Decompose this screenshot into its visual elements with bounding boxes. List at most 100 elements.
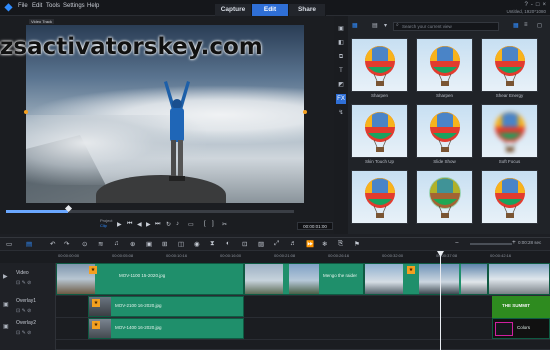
overlay-clip[interactable]: ★ MOV-1400 16-2020.jpg — [88, 318, 244, 339]
undo-icon[interactable]: ↶ — [50, 240, 55, 248]
audio-ducking-icon[interactable]: ♬ — [290, 240, 297, 247]
zoom-slider[interactable] — [470, 243, 512, 245]
library-view-icon[interactable]: ▦ — [352, 22, 358, 29]
maximize-icon[interactable]: □ — [536, 2, 540, 8]
zoom-out-icon[interactable]: − — [455, 240, 459, 247]
timeline-clip[interactable] — [488, 263, 550, 295]
track-controls-overlay1[interactable]: ⊡ ✎ ⊘ — [16, 308, 31, 314]
motion-tracking-icon[interactable]: ⊕ — [130, 240, 135, 248]
home-icon[interactable]: ⏮ — [127, 221, 132, 228]
library-search-input[interactable]: Search your current view — [393, 22, 499, 31]
menu-tools[interactable]: Tools — [46, 3, 60, 9]
instant-project-icon[interactable]: ◧ — [336, 38, 346, 48]
color-clip[interactable]: Colors — [492, 318, 550, 339]
tab-share[interactable]: Share — [289, 4, 326, 16]
freeze-frame-icon[interactable]: ❄ — [322, 240, 327, 248]
auto-music-icon[interactable]: ♫ — [114, 240, 119, 247]
playhead-line[interactable] — [440, 251, 441, 350]
multicam-icon[interactable]: ⊞ — [162, 240, 167, 248]
track-controls-video[interactable]: ⊡ ✎ ⊘ — [16, 280, 31, 286]
filter-icon[interactable]: ▾ — [384, 22, 387, 29]
end-icon[interactable]: ⏭ — [155, 221, 160, 228]
tab-capture[interactable]: Capture — [215, 4, 252, 16]
mark-in-icon[interactable]: [ — [204, 221, 206, 227]
volume-icon[interactable]: ♪ — [176, 221, 179, 227]
menu-edit[interactable]: Edit — [32, 3, 42, 9]
title-clip[interactable]: THE SUMMIT — [492, 296, 550, 318]
timeline-view-icon[interactable]: ▤ — [26, 240, 32, 248]
clip-fx-badge: ★ — [407, 266, 415, 274]
path-icon[interactable]: ↯ — [336, 108, 346, 118]
record-icon[interactable]: ⊙ — [82, 240, 87, 248]
graphic-icon[interactable]: ◩ — [336, 80, 346, 90]
overlay2-track-icon: ▣ — [3, 324, 9, 330]
clip-mode-label: Clip — [100, 223, 107, 228]
timeline-clip[interactable]: ★ MOV-1100 15-2020.jpg — [56, 263, 244, 295]
thumbnail-size-icon[interactable]: ◻ — [537, 22, 542, 29]
scrubber-fill — [6, 210, 68, 213]
timeline-clip[interactable]: Mengo the raider — [244, 263, 364, 295]
crop-handle-right[interactable] — [303, 110, 307, 114]
split-icon[interactable]: ✂ — [222, 221, 227, 228]
effect-caption: Sharpen — [435, 93, 453, 98]
folder-icon[interactable]: ▤ — [372, 22, 378, 29]
clip-fx-badge: ★ — [89, 266, 97, 274]
menu-settings[interactable]: Settings — [63, 3, 85, 9]
zoom-in-icon[interactable]: + — [512, 239, 516, 246]
effect-thumbnail[interactable] — [416, 170, 473, 224]
mark-out-icon[interactable]: ] — [212, 221, 214, 227]
overlay2-track-lane[interactable]: ★ MOV-1400 16-2020.jpg Colors — [56, 318, 550, 340]
grid-view-icon[interactable]: ▦ — [513, 22, 519, 29]
prev-frame-icon[interactable]: ◀ — [137, 221, 142, 228]
media-icon[interactable]: ▣ — [336, 24, 346, 34]
redo-icon[interactable]: ↷ — [64, 240, 69, 248]
repeat-icon[interactable]: ↻ — [166, 221, 171, 228]
close-icon[interactable]: × — [542, 2, 546, 8]
minimize-icon[interactable]: - — [531, 2, 533, 8]
split-screen-icon[interactable]: ◫ — [178, 240, 184, 248]
menu-help[interactable]: Help — [87, 3, 99, 9]
track-controls-overlay2[interactable]: ⊡ ✎ ⊘ — [16, 330, 31, 336]
effect-thumbnail[interactable] — [351, 170, 408, 224]
speed-icon[interactable]: ⏩ — [306, 240, 314, 248]
next-track-lane[interactable] — [56, 340, 550, 350]
mask-creator-icon[interactable]: ◉ — [194, 240, 200, 248]
time-remap-icon[interactable]: ⧗ — [210, 240, 215, 248]
menu-file[interactable]: File — [18, 3, 28, 9]
video-track-lane[interactable]: ★ MOV-1100 15-2020.jpg Mengo the raider … — [56, 263, 550, 296]
ruler-tick-label: 00:00:16:00 — [220, 253, 242, 258]
clip-thumbnail — [461, 264, 487, 294]
timecode-display[interactable]: 00:00:01:00 — [297, 222, 333, 230]
transition-icon[interactable]: ⧉ — [336, 52, 346, 62]
overlay1-track-lane[interactable]: ★ MOV-2100 16-2020.jpg THE SUMMIT — [56, 296, 550, 318]
camera-icon[interactable]: ▨ — [258, 240, 264, 248]
stabilize-icon[interactable]: ⊡ — [242, 240, 247, 248]
effect-thumbnail[interactable] — [481, 104, 538, 158]
markers-icon[interactable]: ⚑ — [354, 240, 360, 248]
overlay-clip[interactable]: ★ MOV-2100 16-2020.jpg — [88, 296, 244, 317]
effect-thumbnail[interactable] — [351, 104, 408, 158]
next-frame-icon[interactable]: ▶ — [146, 221, 151, 228]
resolution-icon[interactable]: ▭ — [188, 221, 194, 228]
title-icon[interactable]: T — [336, 66, 346, 76]
subtitle-icon[interactable]: ▣ — [146, 240, 152, 248]
render-icon[interactable]: ⎘ — [338, 240, 343, 248]
project-clip-toggle[interactable]: Project Clip — [100, 218, 112, 228]
effect-thumbnail[interactable] — [416, 38, 473, 92]
storyboard-view-icon[interactable]: ▭ — [6, 240, 12, 248]
sound-mixer-icon[interactable]: ≋ — [98, 240, 103, 248]
color-grading-icon[interactable]: ◐ — [226, 240, 230, 247]
color-clip-thumbnail — [495, 322, 513, 336]
tab-edit[interactable]: Edit — [252, 4, 289, 16]
effect-thumbnail[interactable] — [481, 170, 538, 224]
play-icon[interactable]: ▶ — [117, 221, 122, 228]
effect-thumbnail[interactable] — [351, 38, 408, 92]
crop-handle-left[interactable] — [24, 110, 28, 114]
timeline-clip[interactable]: ★ — [364, 263, 488, 295]
fx-icon[interactable]: FX — [336, 94, 346, 104]
effect-thumbnail[interactable] — [416, 104, 473, 158]
pan-zoom-icon[interactable]: ⤢ — [274, 240, 279, 248]
help-icon[interactable]: ? — [525, 2, 528, 8]
effect-thumbnail[interactable] — [481, 38, 538, 92]
sort-icon[interactable]: ≡ — [524, 22, 528, 28]
